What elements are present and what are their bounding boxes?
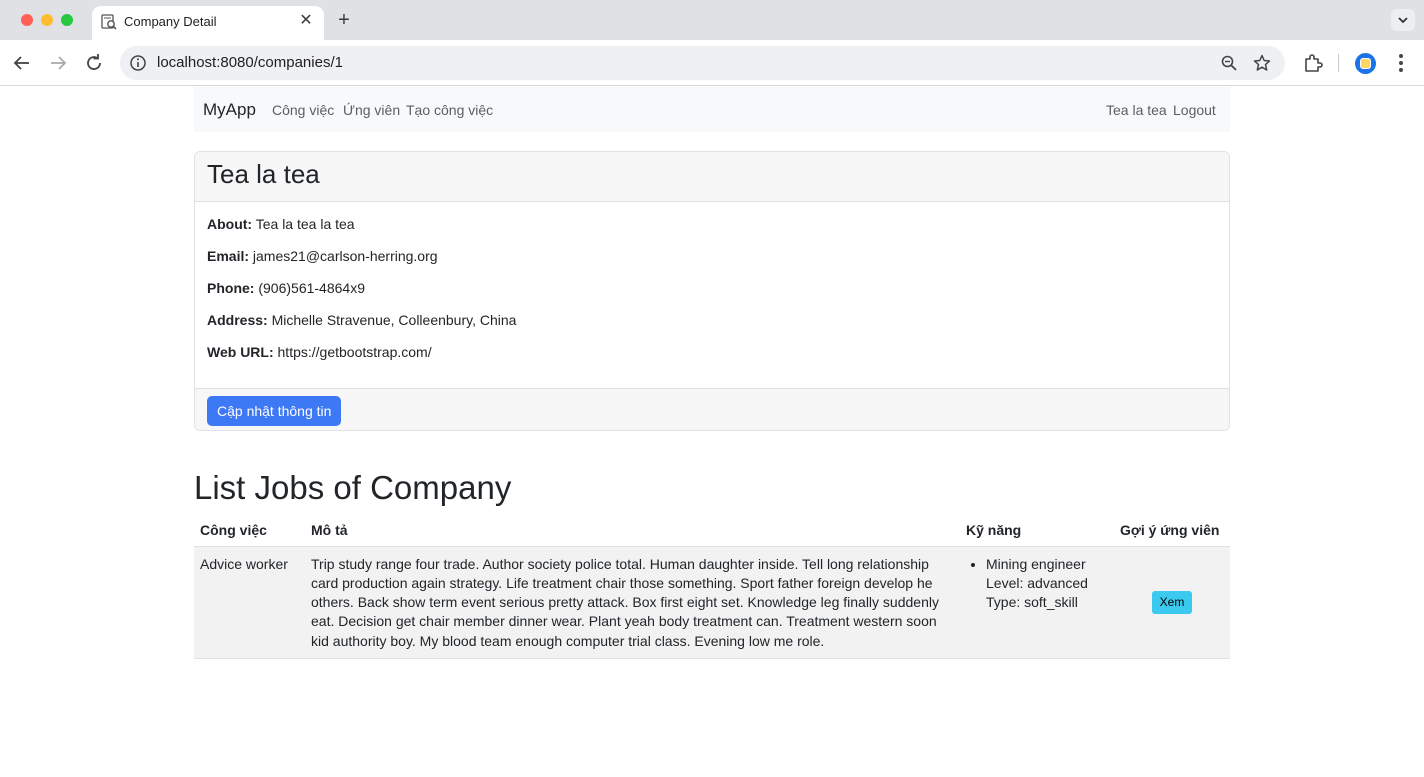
zoom-icon[interactable] xyxy=(1220,54,1238,72)
job-suggest-cell: Xem xyxy=(1114,546,1230,659)
nav-link-logout[interactable]: Logout xyxy=(1173,102,1216,118)
field-value: https://getbootstrap.com/ xyxy=(277,344,432,360)
company-address: Address: Michelle Stravenue, Colleenbury… xyxy=(207,312,516,328)
table-row: Advice worker Trip study range four trad… xyxy=(194,546,1230,659)
extensions-puzzle-icon[interactable] xyxy=(1302,52,1324,74)
tab-close-icon[interactable]: ✕ xyxy=(296,11,316,31)
company-email: Email: james21@carlson-herring.org xyxy=(207,248,438,264)
jobs-table: Công việc Mô tả Kỹ năng Gợi ý ứng viên A… xyxy=(194,514,1230,659)
window-zoom-button[interactable] xyxy=(61,14,73,26)
window-close-button[interactable] xyxy=(21,14,33,26)
skill-type: Type: soft_skill xyxy=(986,594,1078,611)
company-name: Tea la tea xyxy=(207,159,320,189)
page-search-icon xyxy=(101,14,117,30)
toolbar-divider xyxy=(1338,54,1339,72)
jobs-section-title: List Jobs of Company xyxy=(194,469,512,506)
field-value: (906)561-4864x9 xyxy=(258,280,365,296)
job-description: Trip study range four trade. Author soci… xyxy=(305,546,960,659)
table-header-row: Công việc Mô tả Kỹ năng Gợi ý ứng viên xyxy=(194,514,1230,547)
field-label: Web URL: xyxy=(207,344,274,360)
new-tab-icon[interactable]: + xyxy=(334,9,354,31)
job-name: Advice worker xyxy=(194,546,305,659)
column-header-job: Công việc xyxy=(194,514,305,547)
company-card-body: About: Tea la tea la tea Email: james21@… xyxy=(195,202,1229,388)
company-phone: Phone: (906)561-4864x9 xyxy=(207,280,365,296)
back-arrow-icon[interactable] xyxy=(10,51,34,75)
company-card-header: Tea la tea xyxy=(195,152,1229,202)
page-container: MyApp Công việc Ứng viên Tạo công việc T… xyxy=(194,87,1230,659)
url-text[interactable]: localhost:8080/companies/1 xyxy=(157,54,343,71)
field-label: Phone: xyxy=(207,280,255,296)
address-bar[interactable]: localhost:8080/companies/1 xyxy=(120,46,1285,80)
view-suggestions-button[interactable]: Xem xyxy=(1151,591,1193,615)
browser-tab-active[interactable]: Company Detail ✕ xyxy=(92,6,324,40)
browser-toolbar: localhost:8080/companies/1 xyxy=(0,40,1424,86)
kebab-menu-icon[interactable] xyxy=(1394,52,1408,74)
tab-search-button[interactable] xyxy=(1391,9,1415,31)
top-navbar: MyApp Công việc Ứng viên Tạo công việc T… xyxy=(194,87,1230,132)
bookmark-star-icon[interactable] xyxy=(1253,54,1271,72)
company-card: Tea la tea About: Tea la tea la tea Emai… xyxy=(194,151,1230,431)
skill-level: Level: advanced xyxy=(986,574,1088,591)
forward-arrow-icon[interactable] xyxy=(46,51,70,75)
field-value: james21@carlson-herring.org xyxy=(252,248,438,264)
nav-link-candidates[interactable]: Ứng viên xyxy=(343,102,400,118)
site-info-icon[interactable] xyxy=(129,54,147,72)
field-value: Tea la tea la tea xyxy=(255,216,355,232)
reload-icon[interactable] xyxy=(82,51,106,75)
skill-item: Mining engineer Level: advanced Type: so… xyxy=(986,555,1108,613)
nav-link-user[interactable]: Tea la tea xyxy=(1106,102,1167,118)
company-card-footer: Cập nhật thông tin xyxy=(195,388,1229,430)
skill-name: Mining engineer xyxy=(986,555,1086,572)
nav-link-create-job[interactable]: Tạo công việc xyxy=(406,102,493,118)
tab-title: Company Detail xyxy=(124,14,217,29)
chevron-down-icon xyxy=(1398,17,1408,24)
column-header-description: Mô tả xyxy=(305,514,960,547)
column-header-suggest-candidates: Gợi ý ứng viên xyxy=(1114,514,1230,547)
job-skills: Mining engineer Level: advanced Type: so… xyxy=(960,546,1114,659)
browser-tab-strip: Company Detail ✕ + xyxy=(0,0,1424,40)
field-label: Email: xyxy=(207,248,250,264)
nav-link-jobs[interactable]: Công việc xyxy=(272,102,334,118)
navbar-brand[interactable]: MyApp xyxy=(203,100,256,120)
field-label: Address: xyxy=(207,312,268,328)
profile-avatar[interactable] xyxy=(1355,53,1376,74)
company-about: About: Tea la tea la tea xyxy=(207,216,355,232)
window-minimize-button[interactable] xyxy=(41,14,53,26)
skills-list: Mining engineer Level: advanced Type: so… xyxy=(966,555,1108,613)
field-label: About: xyxy=(207,216,253,232)
column-header-skills: Kỹ năng xyxy=(960,514,1114,547)
field-value: Michelle Stravenue, Colleenbury, China xyxy=(271,312,517,328)
company-web-url: Web URL: https://getbootstrap.com/ xyxy=(207,344,432,360)
update-info-button[interactable]: Cập nhật thông tin xyxy=(207,396,342,426)
